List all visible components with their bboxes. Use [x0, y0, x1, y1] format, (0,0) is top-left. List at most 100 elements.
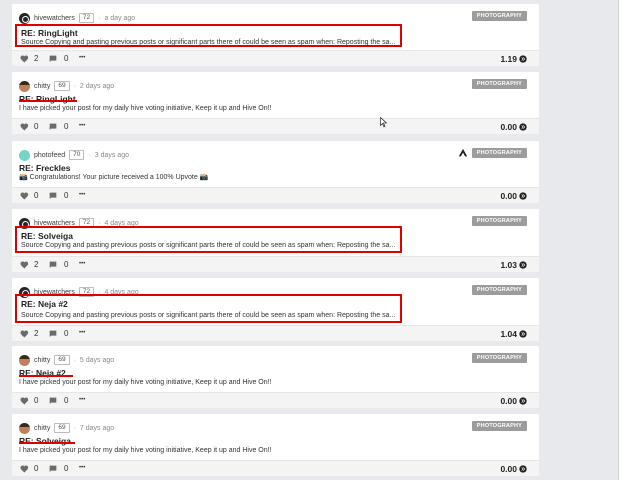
- payout-amount: 0.00: [500, 191, 517, 201]
- comment-count[interactable]: 0: [64, 122, 68, 131]
- payout-amount: 1.03: [500, 260, 517, 270]
- hive-payout-icon: [519, 192, 527, 200]
- payout[interactable]: 1.19: [500, 54, 527, 64]
- comment-content[interactable]: RE: Neja #2 Source Copying and pasting p…: [15, 294, 402, 323]
- ellipsis-icon[interactable]: •••: [79, 330, 85, 336]
- comment-meta: photofeed 70 · 3 days ago: [19, 148, 129, 162]
- avatar[interactable]: [19, 422, 30, 434]
- community-tag[interactable]: PHOTOGRAPHY: [471, 285, 527, 295]
- comment-icon[interactable]: [49, 465, 57, 473]
- payout[interactable]: 0.00: [500, 122, 527, 132]
- heart-icon[interactable]: [20, 123, 29, 131]
- heart-icon[interactable]: [20, 465, 29, 473]
- avatar[interactable]: [19, 80, 30, 92]
- comment-body[interactable]: I have picked your post for my daily hiv…: [19, 104, 398, 114]
- timestamp[interactable]: a day ago: [104, 15, 135, 22]
- comment-content[interactable]: RE: Neja #2 I have picked your post for …: [15, 366, 402, 390]
- comment-count[interactable]: 0: [64, 329, 68, 338]
- community-tag[interactable]: PHOTOGRAPHY: [471, 11, 527, 21]
- ellipsis-icon[interactable]: •••: [79, 123, 85, 129]
- payout[interactable]: 0.00: [500, 396, 527, 406]
- vote-count[interactable]: 0: [34, 396, 38, 405]
- community-tag[interactable]: PHOTOGRAPHY: [471, 421, 527, 431]
- comment-body[interactable]: I have picked your post for my daily hiv…: [19, 378, 398, 388]
- vote-count[interactable]: 2: [34, 260, 38, 269]
- community-tag[interactable]: PHOTOGRAPHY: [471, 353, 527, 363]
- comment-icon[interactable]: [49, 330, 57, 338]
- avatar[interactable]: [19, 149, 30, 161]
- comment-body[interactable]: Source Copying and pasting previous post…: [21, 311, 396, 321]
- vote-count[interactable]: 0: [34, 122, 38, 131]
- comment-body[interactable]: Source Copying and pasting previous post…: [21, 38, 396, 45]
- ellipsis-icon[interactable]: •••: [79, 192, 85, 198]
- comment-content[interactable]: RE: RingLight Source Copying and pasting…: [15, 24, 402, 47]
- comment-icon[interactable]: [49, 123, 57, 131]
- heart-icon[interactable]: [20, 261, 29, 269]
- vote-count[interactable]: 0: [34, 191, 38, 200]
- heart-icon[interactable]: [20, 330, 29, 338]
- timestamp[interactable]: 2 days ago: [80, 83, 114, 90]
- heart-icon[interactable]: [20, 397, 29, 405]
- vote-count[interactable]: 2: [34, 54, 38, 63]
- timestamp[interactable]: 3 days ago: [95, 152, 129, 159]
- comment-title[interactable]: RE: RingLight: [19, 94, 398, 104]
- payout[interactable]: 1.04: [500, 329, 527, 339]
- comment-count[interactable]: 0: [64, 260, 68, 269]
- payout[interactable]: 0.00: [500, 191, 527, 201]
- comment-count[interactable]: 0: [64, 396, 68, 405]
- comment-card: chitty 69 · 5 days ago PHOTOGRAPHY RE: N…: [12, 346, 539, 408]
- comment-title[interactable]: RE: Solveiga: [21, 231, 396, 241]
- payout[interactable]: 1.03: [500, 260, 527, 270]
- author-name[interactable]: chitty: [34, 425, 50, 432]
- community-tag[interactable]: PHOTOGRAPHY: [471, 148, 527, 158]
- author-name[interactable]: hivewatchers: [34, 15, 75, 22]
- ellipsis-icon[interactable]: •••: [79, 55, 85, 61]
- comment-title[interactable]: RE: Neja #2: [19, 368, 398, 378]
- comment-title[interactable]: RE: Neja #2: [21, 299, 396, 309]
- avatar[interactable]: [19, 12, 30, 24]
- card-footer: 0 0 ••• 0.00: [12, 118, 539, 134]
- ellipsis-icon[interactable]: •••: [79, 465, 85, 471]
- comment-count[interactable]: 0: [64, 191, 68, 200]
- payout[interactable]: 0.00: [500, 464, 527, 474]
- comment-body[interactable]: Source Copying and pasting previous post…: [21, 241, 396, 251]
- reputation-badge: 70: [69, 150, 85, 160]
- comment-body[interactable]: 📸 Congratulations! Your picture received…: [19, 173, 398, 183]
- separator-dot: ·: [88, 151, 91, 159]
- hive-logo-icon[interactable]: [458, 148, 468, 158]
- comment-title[interactable]: RE: Freckles: [19, 163, 398, 173]
- payout-amount: 0.00: [500, 396, 517, 406]
- comment-count[interactable]: 0: [64, 54, 68, 63]
- comment-icon[interactable]: [49, 397, 57, 405]
- comment-content[interactable]: RE: Solveiga Source Copying and pasting …: [15, 226, 402, 253]
- comment-count[interactable]: 0: [64, 464, 68, 473]
- community-tag[interactable]: PHOTOGRAPHY: [471, 216, 527, 226]
- comment-icon[interactable]: [49, 192, 57, 200]
- comment-body[interactable]: I have picked your post for my daily hiv…: [19, 446, 398, 456]
- comment-content[interactable]: RE: Freckles 📸 Congratulations! Your pic…: [15, 161, 402, 185]
- comment-content[interactable]: RE: RingLight I have picked your post fo…: [15, 92, 402, 116]
- timestamp[interactable]: 7 days ago: [80, 425, 114, 432]
- separator-dot: ·: [73, 356, 76, 364]
- comment-content[interactable]: RE: Solveiga I have picked your post for…: [15, 434, 402, 458]
- heart-icon[interactable]: [20, 192, 29, 200]
- hive-payout-icon: [519, 330, 527, 338]
- vote-count[interactable]: 0: [34, 464, 38, 473]
- vote-count[interactable]: 2: [34, 329, 38, 338]
- ellipsis-icon[interactable]: •••: [79, 261, 85, 267]
- heart-icon[interactable]: [20, 55, 29, 63]
- author-name[interactable]: chitty: [34, 83, 50, 90]
- author-name[interactable]: photofeed: [34, 152, 65, 159]
- mouse-cursor-icon: [380, 117, 388, 128]
- author-name[interactable]: chitty: [34, 357, 50, 364]
- comment-title[interactable]: RE: Solveiga: [19, 436, 398, 446]
- timestamp[interactable]: 5 days ago: [80, 357, 114, 364]
- hive-payout-icon: [519, 261, 527, 269]
- comment-icon[interactable]: [49, 55, 57, 63]
- community-tag[interactable]: PHOTOGRAPHY: [471, 79, 527, 89]
- avatar[interactable]: [19, 354, 30, 366]
- comment-title[interactable]: RE: RingLight: [21, 28, 396, 38]
- card-footer: 2 0 ••• 1.04: [12, 325, 539, 341]
- comment-icon[interactable]: [49, 261, 57, 269]
- ellipsis-icon[interactable]: •••: [79, 397, 85, 403]
